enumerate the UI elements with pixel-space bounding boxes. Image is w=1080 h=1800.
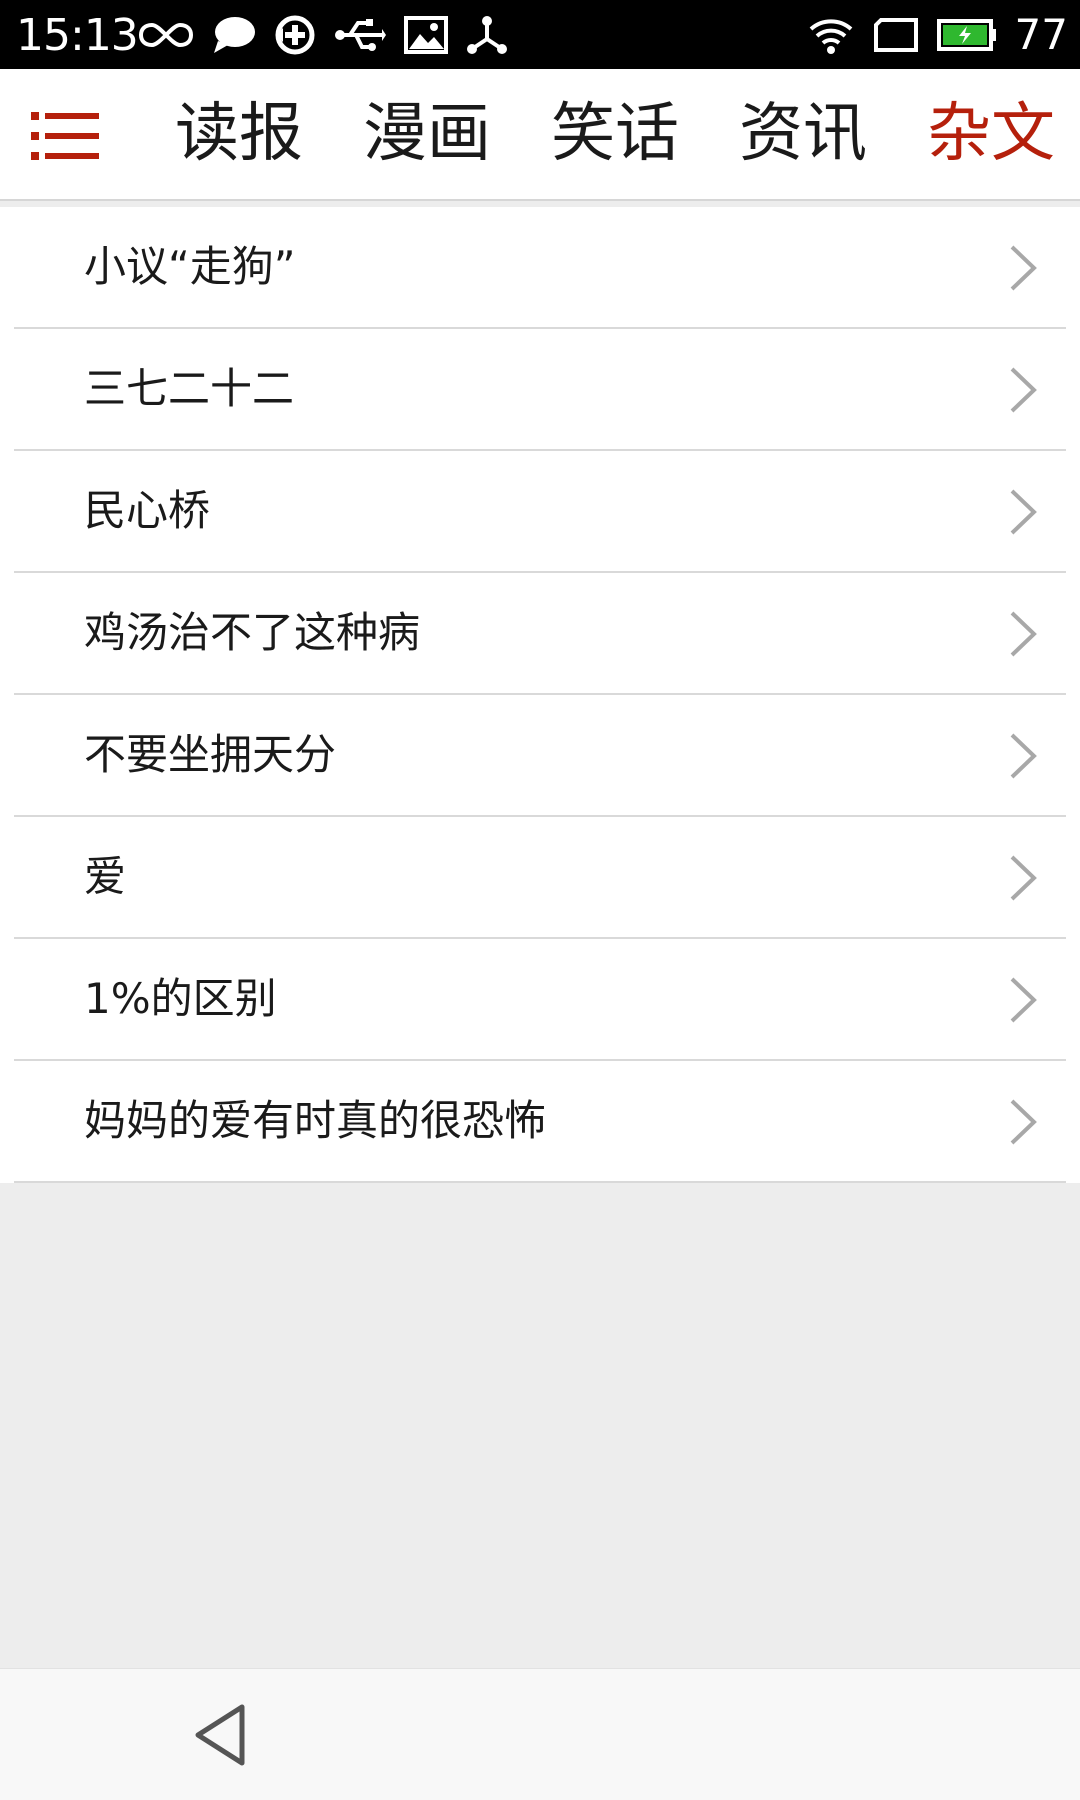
share-icon (467, 16, 507, 54)
chat-bubble-icon (214, 17, 255, 53)
list-item[interactable]: 民心桥 (14, 451, 1066, 573)
list-item[interactable]: 小议“走狗” (14, 207, 1066, 329)
tab-dubao[interactable]: 读报 (145, 69, 333, 199)
list-item-title: 爱 (84, 852, 127, 901)
top-navigation: 读报 漫画 笑话 资讯 杂文 (0, 69, 1080, 201)
status-icons-left (138, 10, 508, 60)
system-navigation-bar (0, 1668, 1080, 1800)
list-item[interactable]: 妈妈的爱有时真的很恐怖 (14, 1061, 1066, 1183)
list-item-title: 民心桥 (84, 486, 211, 535)
list-item-title: 1%的区别 (84, 974, 277, 1023)
back-triangle-icon (195, 1704, 245, 1766)
tab-zixun[interactable]: 资讯 (709, 69, 897, 199)
tab-xiaohua[interactable]: 笑话 (521, 69, 709, 199)
list-item-title: 鸡汤治不了这种病 (84, 608, 421, 657)
chevron-right-icon (1010, 489, 1037, 535)
chevron-right-icon (1010, 977, 1037, 1023)
chevron-right-icon (1010, 245, 1037, 291)
back-button[interactable] (180, 1695, 260, 1775)
chevron-right-icon (1010, 367, 1037, 413)
list-item[interactable]: 不要坐拥天分 (14, 695, 1066, 817)
list-item-title: 小议“走狗” (84, 242, 296, 291)
screen-frame-icon (873, 18, 918, 52)
wifi-icon (809, 19, 852, 54)
chevron-right-icon (1010, 1099, 1037, 1145)
list-item-title: 不要坐拥天分 (84, 730, 337, 779)
article-list: 小议“走狗” 三七二十二 民心桥 鸡汤治不了这种病 不要坐拥天分 爱 1%的区别 (0, 207, 1080, 1183)
list-item-title: 妈妈的爱有时真的很恐怖 (84, 1096, 547, 1145)
usb-icon (335, 19, 386, 51)
chevron-right-icon (1010, 733, 1037, 779)
list-item[interactable]: 爱 (14, 817, 1066, 939)
tab-zawen[interactable]: 杂文 (897, 69, 1080, 199)
chevron-right-icon (1010, 855, 1037, 901)
category-tabs: 读报 漫画 笑话 资讯 杂文 (145, 69, 1080, 199)
sync-icon (275, 15, 315, 55)
hamburger-menu-icon (31, 112, 99, 160)
status-time: 15:13 (16, 10, 139, 61)
status-icons-right: 77 (807, 10, 1068, 60)
battery-icon (936, 19, 996, 51)
menu-button[interactable] (20, 91, 110, 181)
list-item[interactable]: 鸡汤治不了这种病 (14, 573, 1066, 695)
list-item[interactable]: 三七二十二 (14, 329, 1066, 451)
app-screen: 15:13 77 读报 漫画 笑话 资讯 杂文 小议“走狗” 三七二十二 民心桥… (0, 0, 1080, 1800)
list-item-title: 三七二十二 (84, 364, 295, 413)
tab-manhua[interactable]: 漫画 (333, 69, 521, 199)
list-item[interactable]: 1%的区别 (14, 939, 1066, 1061)
battery-level: 77 (1014, 10, 1068, 59)
infinity-icon (138, 22, 194, 48)
status-bar: 15:13 77 (0, 0, 1080, 69)
chevron-right-icon (1010, 611, 1037, 657)
image-icon (404, 16, 448, 54)
